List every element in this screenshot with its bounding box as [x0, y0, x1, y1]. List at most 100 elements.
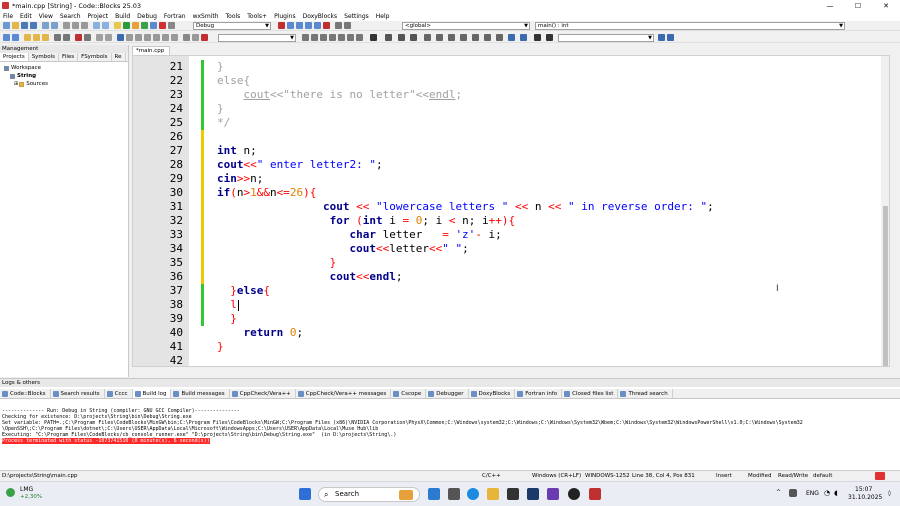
tree-item-sources[interactable]: ⊞ Sources: [4, 80, 128, 88]
build-target-select[interactable]: Debug ▼: [193, 22, 271, 30]
taskbar-search[interactable]: Search ⌕: [318, 487, 420, 502]
abort-icon[interactable]: [159, 22, 166, 29]
regex-icon[interactable]: [105, 34, 112, 41]
debug-info-icon[interactable]: [344, 22, 351, 29]
code-line[interactable]: }: [217, 60, 224, 73]
notification-bell-icon[interactable]: ◊: [888, 490, 891, 497]
file-explorer-icon[interactable]: [487, 488, 499, 500]
stock-widget-icon[interactable]: [6, 488, 15, 497]
code-line[interactable]: }: [217, 340, 224, 353]
menu-edit[interactable]: Edit: [20, 13, 32, 20]
menu-file[interactable]: File: [3, 13, 13, 20]
tab-cscope[interactable]: Cscope: [391, 389, 427, 398]
tab-cppcheck[interactable]: CppCheck/Vera++: [230, 389, 296, 398]
s-icon[interactable]: [534, 34, 541, 41]
paste-icon[interactable]: [81, 22, 88, 29]
edge-icon[interactable]: [467, 488, 479, 500]
cursor-icon[interactable]: [183, 34, 190, 41]
code-line[interactable]: }: [217, 312, 237, 325]
app-icon-1[interactable]: [547, 488, 559, 500]
menu-plugins[interactable]: Plugins: [274, 13, 296, 20]
search-combo-right[interactable]: ▼: [558, 34, 654, 42]
next-instruction-icon[interactable]: [314, 22, 321, 29]
list-icon[interactable]: [144, 34, 151, 41]
tray-chevron-icon[interactable]: ^: [776, 489, 781, 496]
menu-help[interactable]: Help: [376, 13, 390, 20]
code-line[interactable]: }: [217, 256, 337, 269]
save-icon[interactable]: [21, 22, 28, 29]
codeblocks-icon[interactable]: [589, 488, 601, 500]
zoom-out-icon[interactable]: [520, 34, 527, 41]
maximize-button[interactable]: ☐: [844, 0, 872, 11]
step-into-icon[interactable]: [287, 22, 294, 29]
debug-windows-icon[interactable]: [335, 22, 342, 29]
save-all-icon[interactable]: [30, 22, 37, 29]
tab-resources[interactable]: Re: [112, 53, 126, 61]
menu-debug[interactable]: Debug: [137, 13, 157, 20]
find-prev-icon[interactable]: [347, 34, 354, 41]
stop-debug-icon[interactable]: [323, 22, 330, 29]
prev-icon[interactable]: [302, 34, 309, 41]
redo-icon[interactable]: [51, 22, 58, 29]
box-icon[interactable]: [126, 34, 133, 41]
layout-1-icon[interactable]: [385, 34, 392, 41]
steam-icon[interactable]: [527, 488, 539, 500]
code-line[interactable]: if(n>1&&n<=26){: [217, 186, 316, 199]
tray-app-icon[interactable]: [789, 489, 797, 497]
keyboard-language[interactable]: ENG: [806, 490, 819, 497]
code-line[interactable]: l: [217, 298, 237, 311]
build-run-icon[interactable]: [141, 22, 148, 29]
minimize-button[interactable]: —: [816, 0, 844, 11]
menu-search[interactable]: Search: [60, 13, 81, 20]
step-over-icon[interactable]: [296, 22, 303, 29]
panel-icon[interactable]: [162, 34, 169, 41]
layout-4-icon[interactable]: [424, 34, 431, 41]
grid-icon[interactable]: [135, 34, 142, 41]
bookmark-icon[interactable]: [24, 34, 31, 41]
menu-doxyblocks[interactable]: DoxyBlocks: [303, 13, 338, 20]
regex-toggle-icon[interactable]: [356, 34, 363, 41]
jump-back-icon[interactable]: [3, 34, 10, 41]
copy-icon[interactable]: [72, 22, 79, 29]
menu-wxsmith[interactable]: wxSmith: [193, 13, 219, 20]
frame-icon[interactable]: [153, 34, 160, 41]
menu-view[interactable]: View: [39, 13, 53, 20]
wifi-icon[interactable]: ◔: [824, 489, 830, 497]
highlight-icon[interactable]: [75, 34, 82, 41]
build-icon[interactable]: [132, 22, 139, 29]
tab-search-results[interactable]: Search results: [51, 389, 105, 398]
layout-6-icon[interactable]: [448, 34, 455, 41]
pointer-icon[interactable]: [370, 34, 377, 41]
settings-gear-icon[interactable]: [114, 22, 121, 29]
code-line[interactable]: for (int i = 0; i < n; i++){: [217, 214, 516, 227]
run-icon[interactable]: [123, 22, 130, 29]
toggle-icon[interactable]: [192, 34, 199, 41]
prev-match-icon[interactable]: [320, 34, 327, 41]
menu-project[interactable]: Project: [88, 13, 109, 20]
step-out-icon[interactable]: [305, 22, 312, 29]
layout-8-icon[interactable]: [472, 34, 479, 41]
prev-bookmark-icon[interactable]: [33, 34, 40, 41]
code-line[interactable]: */: [217, 116, 230, 129]
rebuild-icon[interactable]: [150, 22, 157, 29]
code-line[interactable]: }: [217, 102, 224, 115]
search-options-icon[interactable]: [667, 34, 674, 41]
code-line[interactable]: int n;: [217, 144, 257, 157]
c-icon[interactable]: [546, 34, 553, 41]
find-icon[interactable]: [93, 22, 100, 29]
debug-run-icon[interactable]: [278, 22, 285, 29]
jump-forward-icon[interactable]: [12, 34, 19, 41]
tab-debugger[interactable]: Debugger: [426, 389, 469, 398]
tab-codeblocks-log[interactable]: Code::Blocks: [0, 389, 51, 398]
code-line[interactable]: return 0;: [217, 326, 304, 339]
tab-build-log[interactable]: Build log: [132, 389, 172, 398]
vertical-scrollbar[interactable]: [881, 56, 889, 366]
menu-settings[interactable]: Settings: [344, 13, 369, 20]
search-combo-left[interactable]: ▼: [218, 34, 296, 42]
next-icon[interactable]: [311, 34, 318, 41]
layout-3-icon[interactable]: [410, 34, 417, 41]
tab-fortran-info[interactable]: Fortran info: [515, 389, 563, 398]
clock-time[interactable]: 15:07: [855, 486, 872, 493]
menu-build[interactable]: Build: [115, 13, 130, 20]
scrollbar-thumb[interactable]: [883, 206, 888, 366]
